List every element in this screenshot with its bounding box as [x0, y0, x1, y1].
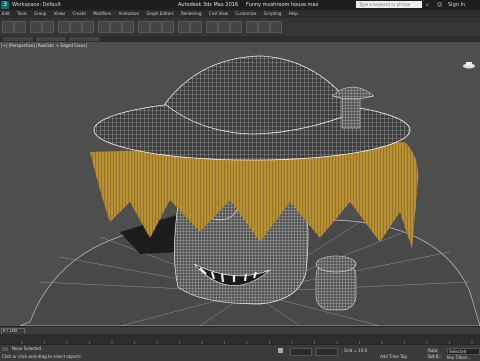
ribbon-tab[interactable]: [3, 37, 33, 41]
viewcube-icon[interactable]: [462, 54, 476, 69]
render-frame-icon[interactable]: [258, 21, 270, 33]
redo-icon[interactable]: [14, 21, 26, 33]
select-object-icon[interactable]: [58, 21, 70, 33]
selection-region-icon[interactable]: [82, 21, 94, 33]
menu-edit[interactable]: Edit: [2, 11, 10, 16]
move-icon[interactable]: [98, 21, 110, 33]
add-time-tag-button[interactable]: Add Time Tag: [380, 354, 407, 359]
angle-snap-icon[interactable]: [150, 21, 162, 33]
app-logo-icon[interactable]: 3: [1, 1, 9, 9]
key-mode-dropdown[interactable]: Selected: [447, 348, 480, 355]
menu-graph-editors[interactable]: Graph Editors: [146, 11, 173, 16]
unlink-icon[interactable]: [42, 21, 54, 33]
undo-icon[interactable]: [2, 21, 14, 33]
menu-views[interactable]: Views: [54, 11, 66, 16]
selection-status: None Selected: [12, 346, 42, 351]
menu-create[interactable]: Create: [73, 11, 86, 16]
track-bar[interactable]: [0, 334, 480, 348]
render-icon[interactable]: [270, 21, 282, 33]
menu-help[interactable]: Help: [289, 11, 298, 16]
snap-icon[interactable]: [138, 21, 150, 33]
menu-civil-view[interactable]: Civil View: [209, 11, 228, 16]
menu-group[interactable]: Group: [34, 11, 46, 16]
align-icon[interactable]: [190, 21, 202, 33]
app-title: Autodesk 3ds Max 2016: [178, 2, 239, 8]
key-filters-button[interactable]: Key Filters...: [447, 355, 471, 360]
scale-icon[interactable]: [122, 21, 134, 33]
search-placeholder: Type a keyword or phrase: [359, 2, 411, 7]
menu-items: Edit Tools Group Views Create Modifiers …: [2, 11, 304, 16]
file-name: Funny mushroom house.max: [246, 2, 319, 8]
layer-icon[interactable]: [206, 21, 218, 33]
y-coord-field[interactable]: [316, 348, 338, 356]
set-key-button[interactable]: Set K.: [426, 354, 442, 359]
search-input[interactable]: Type a keyword or phrase: [356, 1, 422, 8]
main-toolbar: [0, 18, 480, 37]
prompt-line: Click or click-and-drag to select object…: [2, 354, 81, 359]
link-icon[interactable]: [30, 21, 42, 33]
rotate-icon[interactable]: [110, 21, 122, 33]
menu-customize[interactable]: Customize: [235, 11, 256, 16]
user-icon[interactable]: ☺: [437, 2, 442, 8]
perspective-viewport[interactable]: [+] [Perspective] [Realistic + Edged Fac…: [0, 42, 480, 326]
render-setup-icon[interactable]: [246, 21, 258, 33]
x-coord-field[interactable]: [290, 348, 312, 356]
material-editor-icon[interactable]: [230, 21, 242, 33]
status-bar: None Selected Click or click-and-drag to…: [0, 344, 480, 361]
percent-snap-icon[interactable]: [162, 21, 174, 33]
menu-scripting[interactable]: Scripting: [264, 11, 282, 16]
search-icon[interactable]: ⌕: [426, 2, 429, 8]
workspace-selector[interactable]: Workspace: Default: [12, 2, 61, 8]
mushroom-cap: [93, 55, 411, 161]
mirror-icon[interactable]: [178, 21, 190, 33]
scene-render: [19, 55, 480, 326]
lock-icon[interactable]: [278, 348, 283, 353]
title-bar: 3 Workspace: Default Autodesk 3ds Max 20…: [0, 0, 480, 10]
maxscript-listener-icon[interactable]: [2, 347, 8, 351]
curve-editor-icon[interactable]: [218, 21, 230, 33]
menu-bar: Edit Tools Group Views Create Modifiers …: [0, 10, 480, 18]
sign-in-link[interactable]: Sign In: [448, 2, 465, 8]
small-stump: [315, 255, 357, 311]
menu-tools[interactable]: Tools: [17, 11, 27, 16]
menu-rendering[interactable]: Rendering: [181, 11, 201, 16]
menu-modifiers[interactable]: Modifiers: [93, 11, 111, 16]
menu-animation[interactable]: Animation: [119, 11, 139, 16]
auto-key-button[interactable]: Auto: [426, 348, 440, 353]
ribbon-tab[interactable]: [69, 37, 99, 41]
grid-size: Grid = 10.0: [344, 348, 368, 353]
select-by-name-icon[interactable]: [70, 21, 82, 33]
ribbon-tab[interactable]: [36, 37, 66, 41]
